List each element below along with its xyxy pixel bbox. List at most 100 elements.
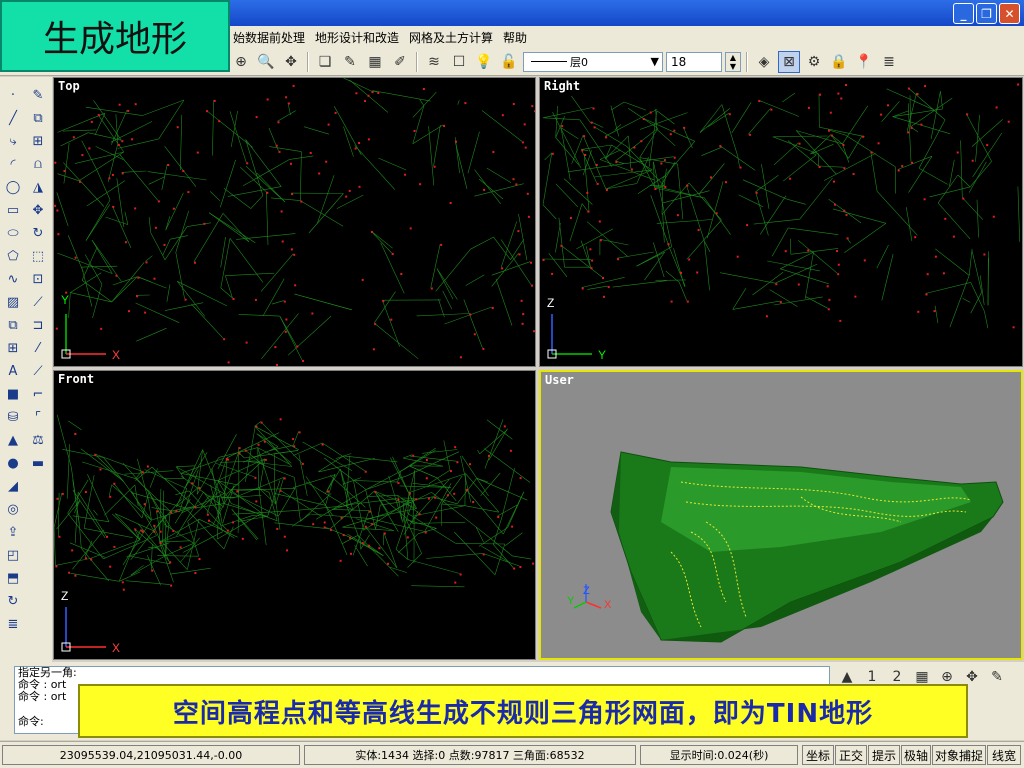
- join-icon[interactable]: ⟋: [27, 361, 49, 381]
- cone-icon[interactable]: ▲: [2, 430, 24, 450]
- revolve-icon[interactable]: ↻: [2, 591, 24, 611]
- line-icon[interactable]: ╱: [2, 108, 24, 128]
- toggle-osnap[interactable]: 对象捕捉: [932, 745, 986, 765]
- cylinder-icon[interactable]: ⛁: [2, 407, 24, 427]
- menu-item-grid-earthwork[interactable]: 网格及土方计算: [404, 29, 498, 46]
- toggle-tips[interactable]: 提示: [868, 745, 900, 765]
- block-icon[interactable]: ⧉: [2, 315, 24, 335]
- zoom-in-icon[interactable]: ⊕: [230, 51, 252, 73]
- menu-item-terrain-design[interactable]: 地形设计和改造: [310, 29, 404, 46]
- lineweight-input[interactable]: 18: [666, 51, 722, 72]
- viewport-label-top: Top: [58, 79, 80, 93]
- lineweight-spinner[interactable]: ▲ ▼: [725, 51, 741, 72]
- polygon-icon[interactable]: ⬠: [2, 246, 24, 266]
- offset-icon[interactable]: ⩍: [27, 154, 49, 174]
- explode-icon[interactable]: ▬: [27, 453, 49, 473]
- break-icon[interactable]: ⁄: [27, 338, 49, 358]
- toolbar-separator: [746, 51, 748, 72]
- layers-icon[interactable]: ≋: [423, 51, 445, 73]
- command-line: 指定另一角:: [18, 666, 77, 679]
- layer-color-icon[interactable]: ☐: [448, 51, 470, 73]
- fillet-icon[interactable]: ⌐: [27, 384, 49, 404]
- sphere-icon[interactable]: ●: [2, 453, 24, 473]
- solid-3d-icon[interactable]: ⬒: [2, 568, 24, 588]
- left-toolbars: · ╱ ⤷ ◜ ◯ ▭ ⬭ ⬠ ∿ ▨ ⧉ ⊞ A ■ ⛁ ▲ ● ◢ ◎ ⇪ …: [0, 77, 52, 662]
- trim-icon[interactable]: ⟋: [27, 292, 49, 312]
- scale-icon[interactable]: ⬚: [27, 246, 49, 266]
- copy-object-icon[interactable]: ⧉: [27, 108, 49, 128]
- pin-icon[interactable]: 📍: [853, 51, 875, 73]
- viewport-user[interactable]: User Z Y X: [539, 370, 1023, 660]
- rectangle-icon[interactable]: ▭: [2, 200, 24, 220]
- hatch-icon[interactable]: ▨: [2, 292, 24, 312]
- toggle-lineweight[interactable]: 线宽: [987, 745, 1021, 765]
- region-icon[interactable]: ◰: [2, 545, 24, 565]
- text-icon[interactable]: A: [2, 361, 24, 381]
- wedge-icon[interactable]: ◢: [2, 476, 24, 496]
- toggle-ortho[interactable]: 正交: [835, 745, 867, 765]
- circle-icon[interactable]: ◯: [2, 177, 24, 197]
- array-icon[interactable]: ⊞: [27, 131, 49, 151]
- lineweight-value: 18: [671, 54, 687, 69]
- axis-label-z: Z: [583, 585, 590, 597]
- layers-stack-icon[interactable]: ≣: [2, 614, 24, 634]
- copy-icon[interactable]: ❏: [314, 51, 336, 73]
- edit-icon[interactable]: ✎: [339, 51, 361, 73]
- viewport-label-right: Right: [544, 79, 581, 93]
- pencil-icon[interactable]: ✎: [986, 666, 1008, 688]
- close-button[interactable]: ✕: [999, 3, 1020, 24]
- spline-icon[interactable]: ∿: [2, 269, 24, 289]
- arc-icon[interactable]: ◜: [2, 154, 24, 174]
- erase-icon[interactable]: ✎: [27, 85, 49, 105]
- terrain-3d-render: Z Y X: [567, 451, 1004, 643]
- lock-open-icon[interactable]: 🔓: [498, 51, 520, 73]
- minimize-button[interactable]: _: [953, 3, 974, 24]
- axis-label-z: Z: [547, 296, 554, 310]
- solid-box-icon[interactable]: ■: [2, 384, 24, 404]
- menu-item-preprocess[interactable]: 始数据前处理: [228, 29, 310, 46]
- axis-label-y: Y: [567, 595, 575, 607]
- viewport-front[interactable]: Front Z X: [53, 370, 536, 660]
- axis-label-x: X: [112, 348, 120, 362]
- chamfer-icon[interactable]: ⌜: [27, 407, 49, 427]
- extend-icon[interactable]: ⊐: [27, 315, 49, 335]
- measure-icon[interactable]: ⚖: [27, 430, 49, 450]
- menu-item-help[interactable]: 帮助: [498, 29, 532, 46]
- terrain-surface-icon[interactable]: ◈: [753, 51, 775, 73]
- axis-label-x: X: [112, 641, 120, 655]
- pan-icon[interactable]: ✥: [280, 51, 302, 73]
- mirror-icon[interactable]: ◮: [27, 177, 49, 197]
- lock-icon[interactable]: 🔒: [828, 51, 850, 73]
- polyline-icon[interactable]: ⤷: [2, 131, 24, 151]
- modify-toolbar: ✎ ⧉ ⊞ ⩍ ◮ ✥ ↻ ⬚ ⊡ ⟋ ⊐ ⁄ ⟋ ⌐ ⌜ ⚖ ▬: [27, 85, 49, 473]
- slide-caption: 空间高程点和等高线生成不规则三角形网面，即为TIN地形: [78, 684, 968, 738]
- light-bulb-icon[interactable]: 💡: [473, 51, 495, 73]
- toggle-polar[interactable]: 极轴: [901, 745, 931, 765]
- tin-mesh-icon[interactable]: ⊠: [778, 50, 800, 73]
- brush-icon[interactable]: ✐: [389, 51, 411, 73]
- restore-button[interactable]: ❐: [976, 3, 997, 24]
- zoom-window-icon[interactable]: 🔍: [255, 51, 277, 73]
- viewport-top[interactable]: Top Y X: [53, 77, 536, 367]
- stretch-icon[interactable]: ⊡: [27, 269, 49, 289]
- rotate-icon[interactable]: ↻: [27, 223, 49, 243]
- ellipse-icon[interactable]: ⬭: [2, 223, 24, 243]
- window-controls: _ ❐ ✕: [953, 3, 1020, 24]
- extrude-icon[interactable]: ⇪: [2, 522, 24, 542]
- viewport-label-front: Front: [58, 372, 95, 386]
- point-icon[interactable]: ·: [2, 85, 24, 105]
- layer-select[interactable]: 层0 ▼: [523, 51, 663, 72]
- torus-icon[interactable]: ◎: [2, 499, 24, 519]
- toggle-coordinates[interactable]: 坐标: [802, 745, 834, 765]
- status-entity-info: 实体:1434 选择:0 点数:97817 三角面:68532: [304, 745, 636, 765]
- viewport-right[interactable]: Right Z Y: [539, 77, 1023, 367]
- status-coordinates: 23095539.04,21095031.44,-0.00: [2, 745, 300, 765]
- properties-icon[interactable]: ▦: [364, 51, 386, 73]
- ucs-axes-front: Z X: [61, 589, 120, 655]
- stairs-icon[interactable]: ≣: [878, 51, 900, 73]
- network-icon[interactable]: ⚙: [803, 51, 825, 73]
- axis-label-z: Z: [61, 589, 68, 603]
- move-icon[interactable]: ✥: [27, 200, 49, 220]
- insert-icon[interactable]: ⊞: [2, 338, 24, 358]
- toolbar-separator: [307, 51, 309, 72]
